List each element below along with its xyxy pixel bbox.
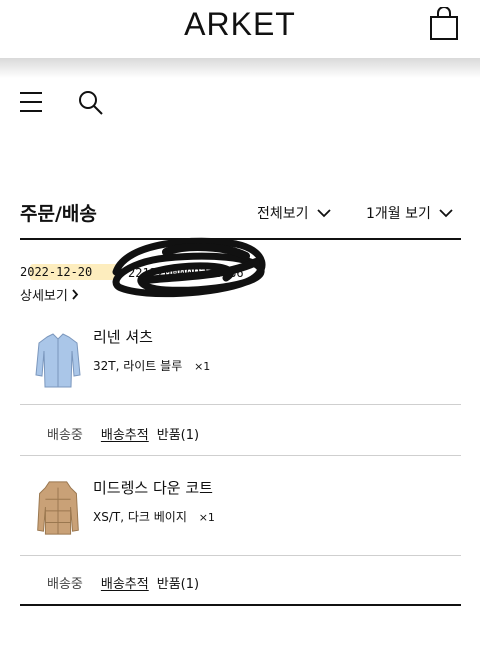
top-navigation-bar: ARKET xyxy=(0,0,480,58)
item-option: XS/T, 다크 베이지 ×1 xyxy=(93,508,215,525)
brand-logo[interactable]: ARKET xyxy=(0,6,480,43)
header-shadow xyxy=(0,58,480,78)
item-divider xyxy=(20,404,461,405)
track-shipment-link[interactable]: 배송추적 xyxy=(101,424,149,443)
item-name[interactable]: 리넨 셔츠 xyxy=(93,326,153,347)
shopping-bag-icon[interactable] xyxy=(429,7,459,41)
item-quantity: ×1 xyxy=(198,511,215,524)
item-option-text: XS/T, 다크 베이지 xyxy=(93,510,187,524)
item-name[interactable]: 미드렝스 다운 코트 xyxy=(93,477,213,498)
filter-period-dropdown[interactable]: 1개월 보기 xyxy=(366,203,453,223)
redaction-scribble xyxy=(112,237,266,298)
chevron-down-icon xyxy=(316,209,331,218)
linen-shirt-thumbnail[interactable] xyxy=(33,331,83,391)
shipping-status-row: 배송중 배송추적 반품(1) xyxy=(47,573,199,592)
shipping-status: 배송중 xyxy=(47,577,83,592)
page-title: 주문/배송 xyxy=(20,203,97,225)
filter-all-label: 전체보기 xyxy=(257,206,309,222)
item-option: 32T, 라이트 블루 ×1 xyxy=(93,357,210,374)
item-option-text: 32T, 라이트 블루 xyxy=(93,359,183,373)
search-icon[interactable] xyxy=(78,90,104,116)
item-divider xyxy=(20,555,461,556)
item-divider xyxy=(20,455,461,456)
filter-all-dropdown[interactable]: 전체보기 xyxy=(257,203,331,223)
return-link[interactable]: 반품(1) xyxy=(157,573,199,592)
return-link[interactable]: 반품(1) xyxy=(157,424,199,443)
order-date: 2022-12-20 xyxy=(20,265,93,279)
item-quantity: ×1 xyxy=(194,360,211,373)
hamburger-menu-icon[interactable] xyxy=(20,90,44,114)
order-detail-link[interactable]: 상세보기 xyxy=(20,285,79,304)
down-coat-thumbnail[interactable] xyxy=(33,478,83,538)
filter-period-label: 1개월 보기 xyxy=(366,206,431,222)
chevron-down-icon xyxy=(439,209,453,218)
shipping-status: 배송중 xyxy=(47,428,83,443)
shipping-status-row: 배송중 배송추적 반품(1) xyxy=(47,424,199,443)
chevron-right-icon xyxy=(72,289,79,300)
detail-link-label: 상세보기 xyxy=(20,289,68,304)
track-shipment-link[interactable]: 배송추적 xyxy=(101,573,149,592)
section-divider xyxy=(20,604,461,606)
